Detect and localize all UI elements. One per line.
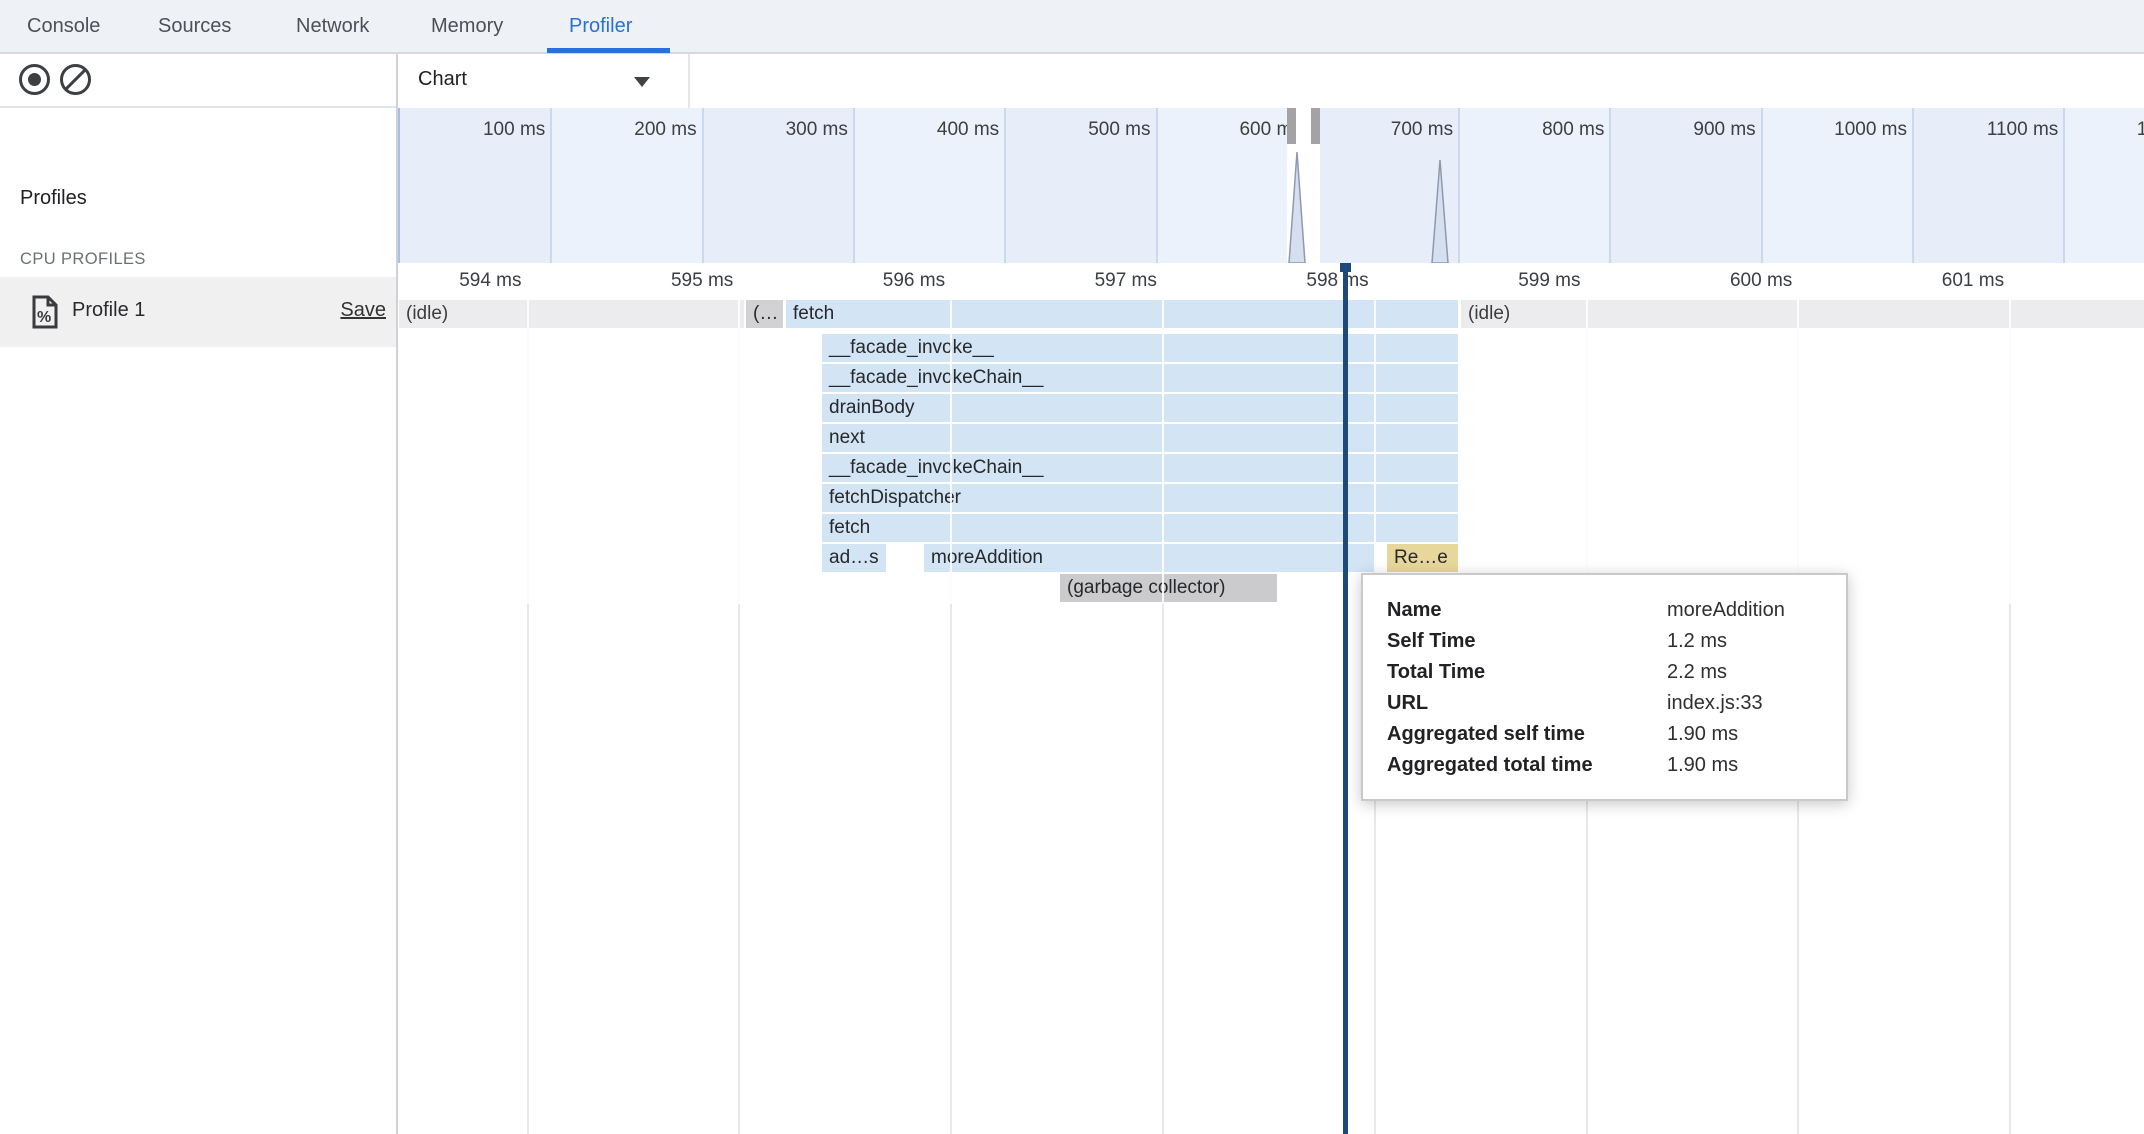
frame-label: ad…s xyxy=(822,547,879,568)
tab-console[interactable]: Console xyxy=(27,0,100,52)
grid-line-over-bars xyxy=(2009,300,2011,604)
devtools-window: Console Sources Network Memory Profiler Prof… xyxy=(0,0,2144,1134)
tooltip-field-label: Total Time xyxy=(1387,657,1667,688)
tooltip-row: Aggregated total time1.90 ms xyxy=(1387,750,1846,781)
chevron-down-icon xyxy=(634,77,650,87)
frame-label: (idle) xyxy=(1461,303,1510,324)
frame-fetchdispatcher[interactable]: fetchDispatcher xyxy=(822,484,1458,512)
tooltip-field-value: 1.90 ms xyxy=(1667,750,1738,781)
frame-label: Re…e xyxy=(1387,547,1448,568)
tooltip-row: Total Time2.2 ms xyxy=(1387,657,1846,688)
record-icon xyxy=(28,73,41,86)
frame-drainbody[interactable]: drainBody xyxy=(822,394,1458,422)
tooltip-field-label: Aggregated self time xyxy=(1387,719,1667,750)
profiles-heading: Profiles xyxy=(20,187,87,210)
frame--facade-invoke-[interactable]: __facade_invoke__ xyxy=(822,334,1458,362)
tooltip-field-value: 1.90 ms xyxy=(1667,719,1738,750)
record-profile-button[interactable] xyxy=(19,64,50,95)
tooltip-field-value: moreAddition xyxy=(1667,595,1785,626)
tooltip-row: Self Time1.2 ms xyxy=(1387,626,1846,657)
clear-profiles-button[interactable] xyxy=(60,64,91,95)
grid-line-over-bars xyxy=(950,300,952,604)
frame-details-tooltip: NamemoreAdditionSelf Time1.2 msTotal Tim… xyxy=(1361,573,1848,801)
tooltip-field-label: Name xyxy=(1387,595,1667,626)
view-mode-value: Chart xyxy=(418,68,467,91)
frame-fetch[interactable]: fetch xyxy=(786,300,1458,328)
frame--facade-invokechain-[interactable]: __facade_invokeChain__ xyxy=(822,454,1458,482)
sidebar-toolbar xyxy=(0,54,396,108)
tab-profiler[interactable]: Profiler xyxy=(569,0,632,52)
tooltip-row: NamemoreAddition xyxy=(1387,595,1846,626)
frame-label: next xyxy=(822,427,865,448)
tooltip-field-label: Self Time xyxy=(1387,626,1667,657)
frame-moreaddition[interactable]: moreAddition xyxy=(924,544,1375,572)
ruler-tick-label: 595 ms xyxy=(671,270,733,292)
tooltip-row: URLindex.js:33 xyxy=(1387,688,1846,719)
frame-next[interactable]: next xyxy=(822,424,1458,452)
profile-document-icon: % xyxy=(32,295,58,329)
profiler-toolbar: Chart xyxy=(398,54,2144,108)
grid-line-over-bars xyxy=(1162,300,1164,604)
frame-label: (garbage collector) xyxy=(1060,577,1225,598)
tab-network[interactable]: Network xyxy=(296,0,369,52)
playhead-grip[interactable] xyxy=(1340,263,1351,272)
save-profile-link[interactable]: Save xyxy=(340,299,386,322)
frame-ad-s[interactable]: ad…s xyxy=(822,544,886,572)
ruler-tick-label: 598 ms xyxy=(1306,270,1368,292)
frame-label: fetch xyxy=(822,517,870,538)
tab-memory[interactable]: Memory xyxy=(431,0,503,52)
cpu-activity-spikes xyxy=(398,108,2144,263)
tooltip-row: Aggregated self time1.90 ms xyxy=(1387,719,1846,750)
frame--idle-[interactable]: (idle) xyxy=(1461,300,2144,328)
tooltip-field-value: 1.2 ms xyxy=(1667,626,1727,657)
profile-list-item[interactable]: % Profile 1 Save xyxy=(0,277,396,347)
cpu-profiles-section-heading: CPU PROFILES xyxy=(20,250,146,269)
frame-re-e[interactable]: Re…e xyxy=(1387,544,1458,572)
svg-text:%: % xyxy=(37,309,51,326)
ruler-tick-label: 596 ms xyxy=(883,270,945,292)
tooltip-field-value: index.js:33 xyxy=(1667,688,1763,719)
ruler-tick-label: 597 ms xyxy=(1095,270,1157,292)
view-mode-select[interactable]: Chart xyxy=(398,54,690,108)
frame-label: __facade_invokeChain__ xyxy=(822,457,1043,478)
time-ruler: 594 ms 595 ms 596 ms 597 ms 598 ms 599 ms 600 … xyxy=(398,263,2144,300)
frame--facade-invokechain-[interactable]: __facade_invokeChain__ xyxy=(822,364,1458,392)
profile-name: Profile 1 xyxy=(72,299,145,322)
frame-label: fetchDispatcher xyxy=(822,487,961,508)
profiles-sidebar: Profiles CPU PROFILES % Profile 1 Save xyxy=(0,54,398,1134)
frame-label: __facade_invokeChain__ xyxy=(822,367,1043,388)
frame-label: moreAddition xyxy=(924,547,1043,568)
tooltip-field-label: URL xyxy=(1387,688,1667,719)
tooltip-field-value: 2.2 ms xyxy=(1667,657,1727,688)
tooltip-field-label: Aggregated total time xyxy=(1387,750,1667,781)
ruler-tick-label: 601 ms xyxy=(1942,270,2004,292)
frame-label: fetch xyxy=(786,303,834,324)
frame--garbage-collector-[interactable]: (garbage collector) xyxy=(1060,574,1277,602)
frame--[interactable]: (… xyxy=(746,300,783,328)
frame--idle-[interactable]: (idle) xyxy=(399,300,744,328)
frame-label: (… xyxy=(746,303,778,324)
ruler-tick-label: 599 ms xyxy=(1518,270,1580,292)
frame-label: __facade_invoke__ xyxy=(822,337,994,358)
timeline-overview[interactable]: 100 ms200 ms300 ms400 ms500 ms600 ms700 … xyxy=(398,108,2144,265)
devtools-tab-bar: Console Sources Network Memory Profiler xyxy=(0,0,2144,54)
clear-icon xyxy=(65,69,86,90)
grid-line-over-bars xyxy=(1586,300,1588,604)
playhead-line xyxy=(1343,263,1348,1134)
grid-line-over-bars xyxy=(1797,300,1799,604)
grid-line-over-bars xyxy=(738,300,740,604)
tab-sources[interactable]: Sources xyxy=(158,0,231,52)
frame-label: drainBody xyxy=(822,397,915,418)
active-tab-underline xyxy=(547,48,670,53)
ruler-tick-label: 600 ms xyxy=(1730,270,1792,292)
overview-left-edge xyxy=(398,108,400,263)
grid-line-over-bars xyxy=(527,300,529,604)
flame-chart-pane: (idle) (… fetch (idle) __facade_invoke__ __fa… xyxy=(398,263,2144,1134)
frame-label: (idle) xyxy=(399,303,448,324)
ruler-tick-label: 594 ms xyxy=(459,270,521,292)
grid-line-over-bars xyxy=(1374,300,1376,604)
frame-fetch[interactable]: fetch xyxy=(822,514,1458,542)
